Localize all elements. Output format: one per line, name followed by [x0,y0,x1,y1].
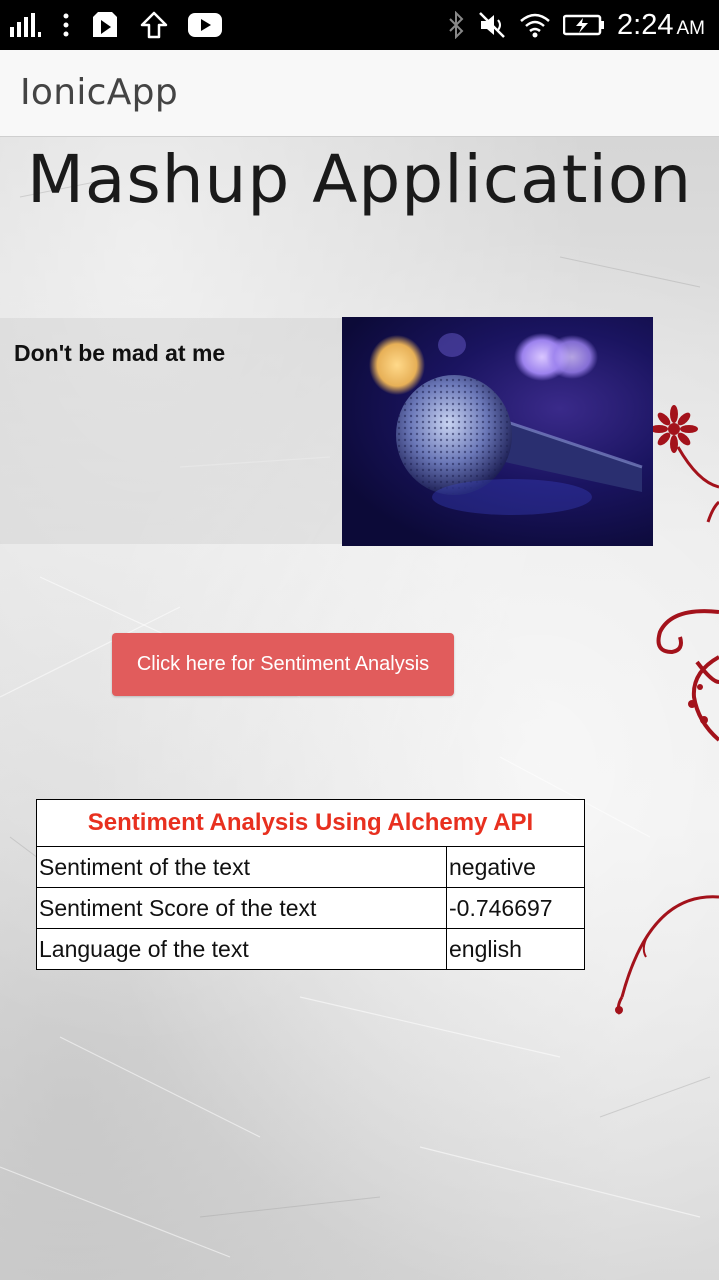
play-store-icon [93,12,117,37]
signal-icon [10,13,41,37]
quote-card: Don't be mad at me [0,318,342,544]
status-bar: 2:24 AM [0,0,719,50]
upload-icon [140,11,168,39]
decorative-vine-icon [615,895,719,1015]
status-time: 2:24 AM [617,9,705,42]
bluetooth-icon [449,11,464,39]
decorative-flower-icon [650,405,719,523]
status-bar-left-icons [10,0,222,50]
app-header: IonicApp [0,50,719,137]
microphone-image [342,317,653,546]
quote-text: Don't be mad at me [14,340,226,366]
row-value: -0.746697 [446,887,585,929]
mute-icon [479,12,505,38]
status-bar-right-icons: 2:24 AM [447,0,705,50]
more-vert-icon [63,13,69,37]
background-texture [0,176,711,1258]
app-title: IonicApp [20,72,178,113]
wifi-icon [520,13,550,38]
battery-icon [563,14,605,36]
table-row: Language of the text english [36,928,585,970]
youtube-icon [188,13,222,37]
status-time-ampm: AM [676,17,706,39]
main-content[interactable]: Mashup Application Don't be mad at me Cl… [0,137,719,1280]
decorative-swirl-icon [656,609,719,742]
table-caption-row: Sentiment Analysis Using Alchemy API [36,799,585,847]
table-caption: Sentiment Analysis Using Alchemy API [36,799,585,847]
row-label: Sentiment Score of the text [36,887,447,929]
page-title: Mashup Application [26,141,693,218]
row-value: english [446,928,585,970]
row-label: Sentiment of the text [36,846,447,888]
table-row: Sentiment Score of the text -0.746697 [36,887,585,929]
sentiment-analysis-button[interactable]: Click here for Sentiment Analysis [112,633,454,696]
row-value: negative [446,846,585,888]
table-row: Sentiment of the text negative [36,846,585,888]
row-label: Language of the text [36,928,447,970]
sentiment-results-table: Sentiment Analysis Using Alchemy API Sen… [36,799,585,970]
status-time-value: 2:24 [617,8,674,41]
